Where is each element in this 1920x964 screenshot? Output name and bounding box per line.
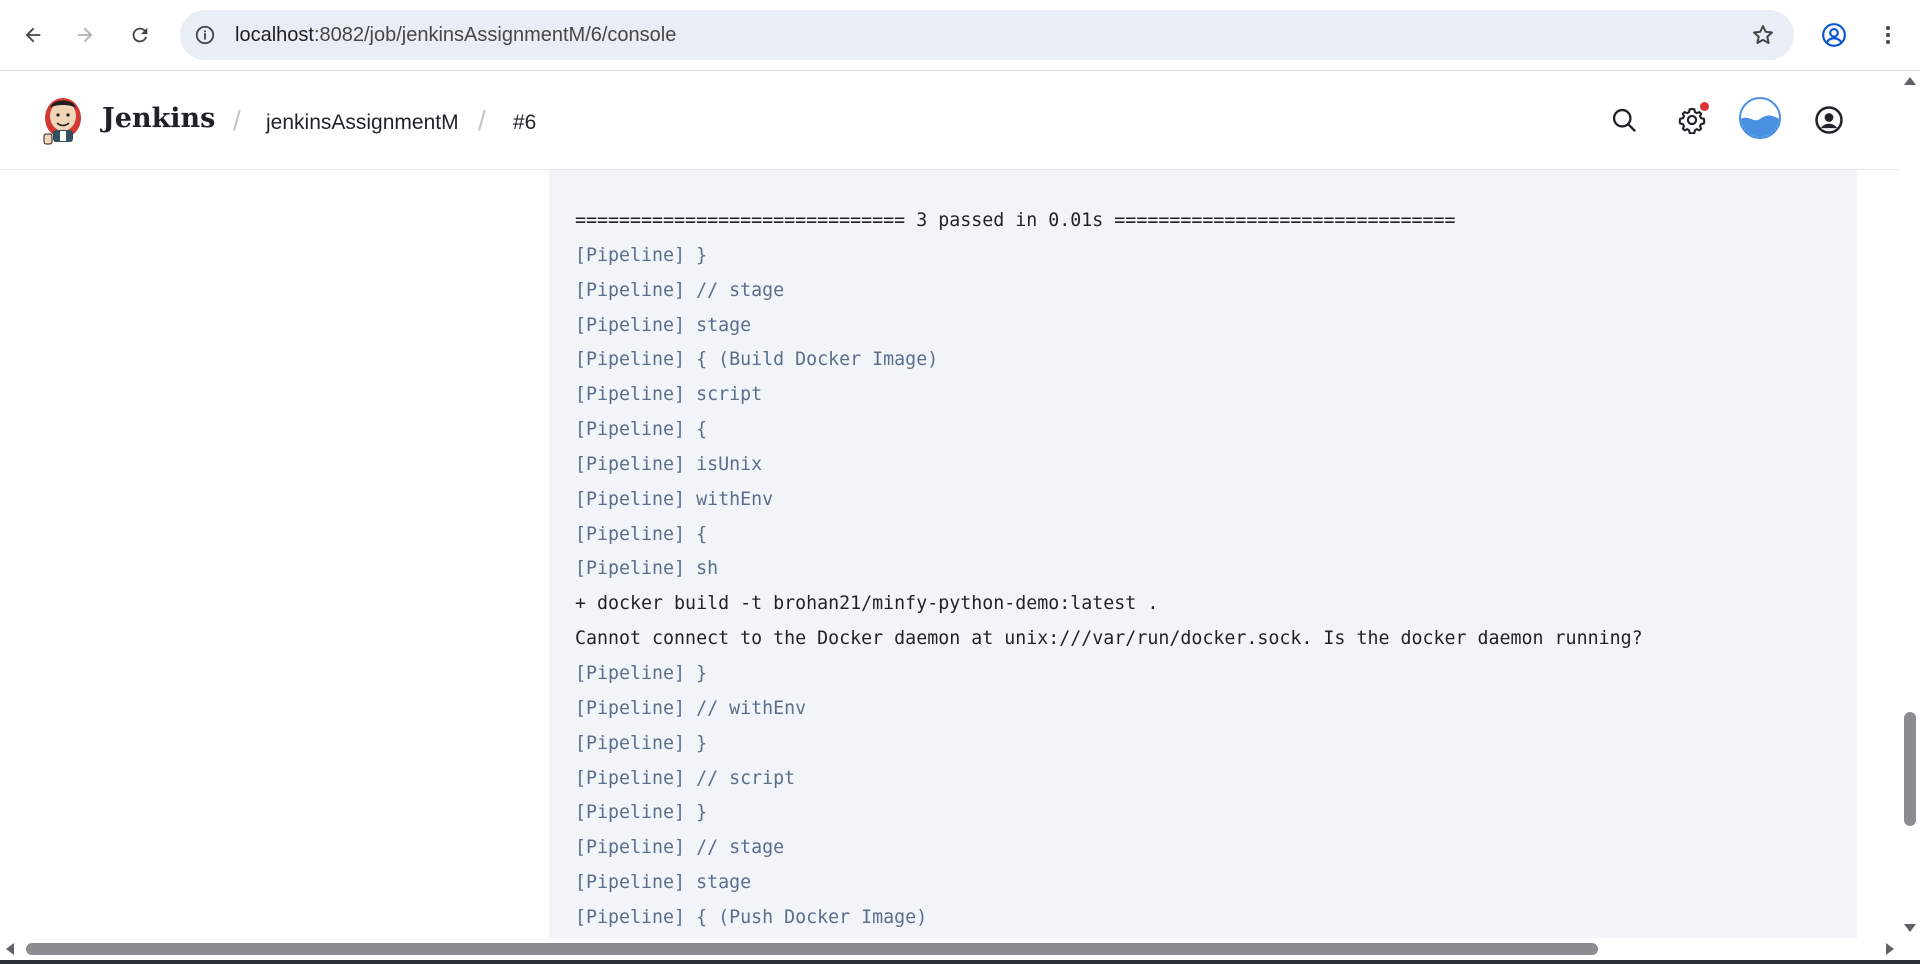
taskbar-edge <box>0 960 1920 964</box>
user-account-icon[interactable] <box>1810 101 1848 139</box>
scroll-right-arrow-icon[interactable] <box>1886 943 1894 955</box>
breadcrumb-separator: / <box>233 105 241 136</box>
console-line: [Pipeline] // script <box>575 767 796 789</box>
console-line: [Pipeline] withEnv <box>575 488 774 510</box>
console-line: [Pipeline] stage <box>575 872 752 894</box>
url-text[interactable]: localhost:8082/job/jenkinsAssignmentM/6/… <box>235 24 676 47</box>
more-vertical-icon[interactable] <box>1870 17 1906 53</box>
search-icon[interactable] <box>1605 101 1643 139</box>
water-avatar-icon[interactable] <box>1739 97 1781 139</box>
scrollbar-corner <box>1900 938 1920 960</box>
console-line: Cannot connect to the Docker daemon at u… <box>575 628 1643 650</box>
jenkins-header: Jenkins / jenkinsAssignmentM / #6 <box>0 71 1900 170</box>
notification-dot <box>1700 102 1709 111</box>
console-line: [Pipeline] isUnix <box>575 453 763 475</box>
jenkins-home-link[interactable]: Jenkins <box>102 103 215 134</box>
jenkins-logo-icon[interactable] <box>40 94 86 146</box>
breadcrumb-job[interactable]: jenkinsAssignmentM <box>266 111 459 135</box>
console-line: + docker build -t brohan21/minfy-python-… <box>575 593 1159 615</box>
url-host: localhost <box>235 24 314 46</box>
console-line: [Pipeline] // stage <box>575 279 785 301</box>
console-line: [Pipeline] } <box>575 802 708 824</box>
console-line: [Pipeline] { (Build Docker Image) <box>575 349 939 371</box>
horizontal-scroll-thumb[interactable] <box>26 943 1598 955</box>
settings-gear-icon[interactable] <box>1673 101 1711 139</box>
address-bar[interactable]: localhost:8082/job/jenkinsAssignmentM/6/… <box>180 10 1794 60</box>
console-lines: ============================== 3 passed … <box>575 204 1643 936</box>
breadcrumb-separator: / <box>478 105 486 136</box>
horizontal-scrollbar[interactable] <box>0 938 1900 960</box>
scroll-down-arrow-icon[interactable] <box>1904 924 1916 932</box>
console-line: [Pipeline] sh <box>575 558 719 580</box>
reload-icon[interactable] <box>122 17 158 53</box>
console-line: [Pipeline] // stage <box>575 837 785 859</box>
profile-icon[interactable] <box>1816 17 1852 53</box>
console-line: ============================== 3 passed … <box>575 210 1456 231</box>
console-output: ============================== 3 passed … <box>549 170 1857 938</box>
console-line: [Pipeline] } <box>575 662 708 684</box>
back-arrow-icon[interactable] <box>15 17 51 53</box>
console-line: [Pipeline] } <box>575 732 708 754</box>
forward-arrow-icon[interactable] <box>67 17 103 53</box>
vertical-scrollbar[interactable] <box>1900 71 1920 938</box>
console-line: [Pipeline] } <box>575 244 708 266</box>
scroll-left-arrow-icon[interactable] <box>6 943 14 955</box>
bookmark-star-icon[interactable] <box>1750 22 1776 48</box>
console-line: [Pipeline] script <box>575 384 763 406</box>
console-line: [Pipeline] // withEnv <box>575 697 807 719</box>
scroll-up-arrow-icon[interactable] <box>1904 77 1916 85</box>
url-path: :8082/job/jenkinsAssignmentM/6/console <box>313 24 677 46</box>
console-line: [Pipeline] { (Push Docker Image) <box>575 906 928 928</box>
browser-toolbar: localhost:8082/job/jenkinsAssignmentM/6/… <box>0 0 1920 71</box>
console-line: [Pipeline] { <box>575 419 708 441</box>
site-info-icon[interactable] <box>192 22 218 48</box>
console-line: [Pipeline] { <box>575 523 708 545</box>
console-line: [Pipeline] stage <box>575 314 752 336</box>
vertical-scroll-thumb[interactable] <box>1904 712 1916 826</box>
breadcrumb-build[interactable]: #6 <box>513 111 536 135</box>
